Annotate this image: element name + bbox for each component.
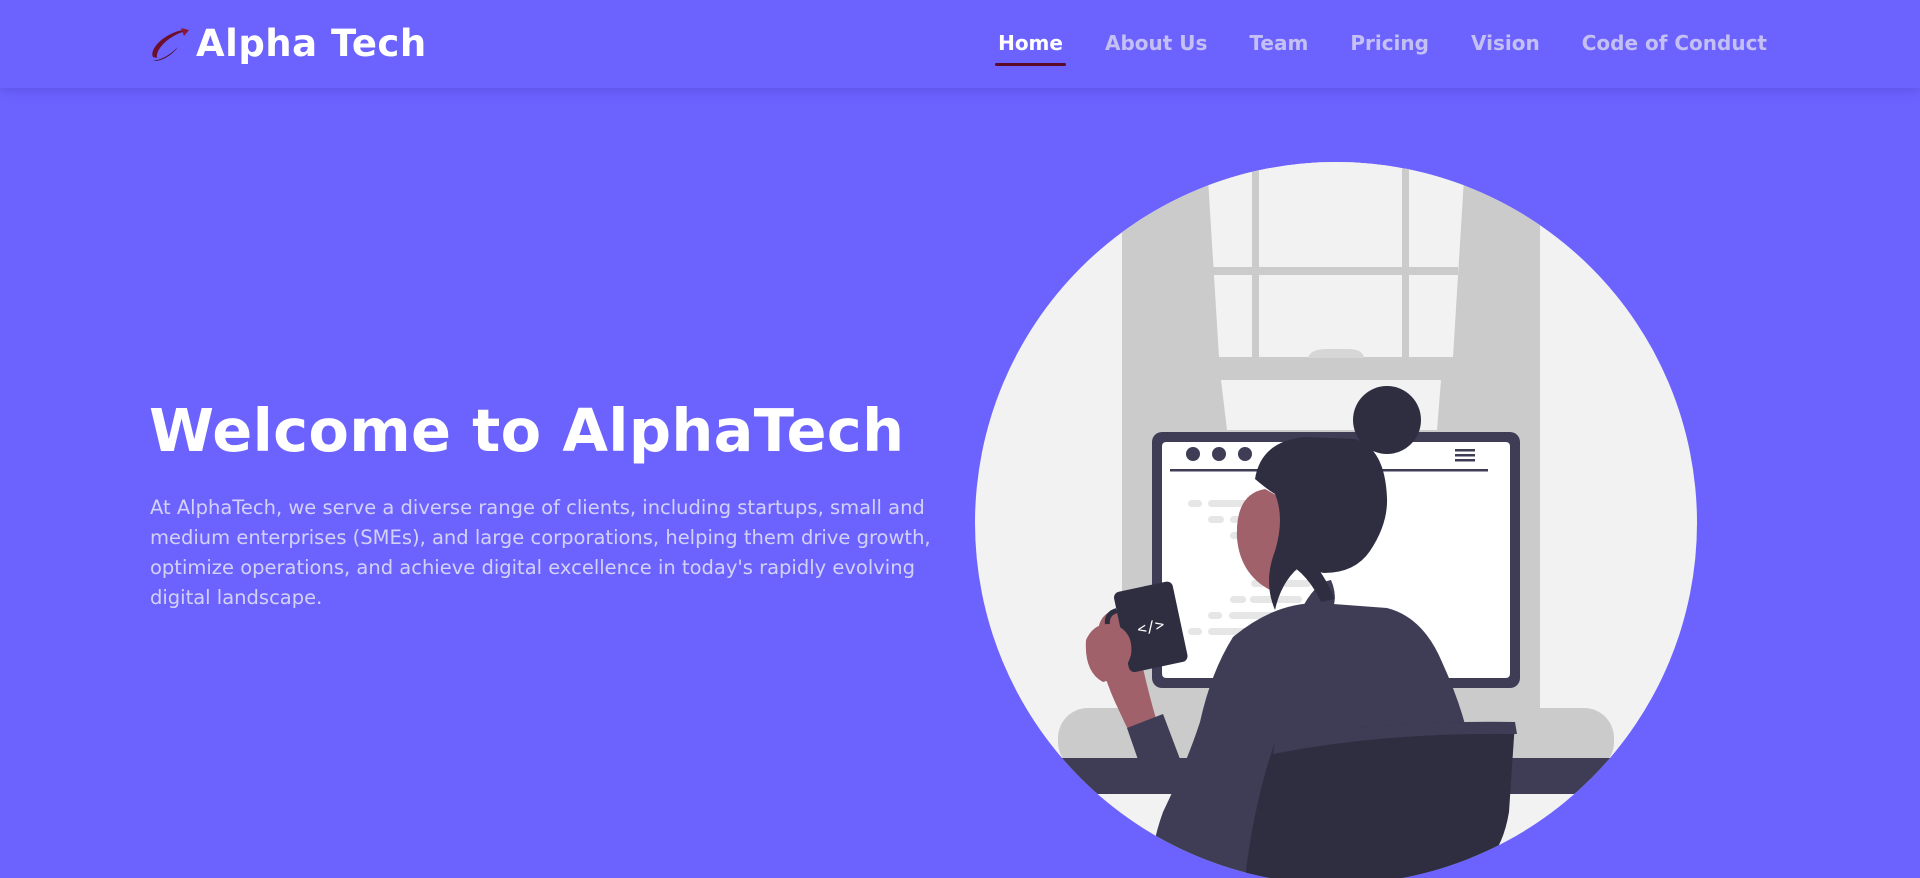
nav-link-label: Team (1249, 31, 1309, 55)
nav-link-about-us[interactable]: About Us (1105, 30, 1207, 56)
top-navbar: Alpha Tech Home About Us Team Pricing Vi… (0, 0, 1920, 88)
nav-link-label: Code of Conduct (1581, 31, 1767, 55)
brand-name: Alpha Tech (196, 22, 427, 65)
developer-at-computer-illustration: </> (975, 162, 1697, 878)
hero-title: Welcome to AlphaTech (149, 396, 905, 465)
nav-link-home[interactable]: Home (995, 30, 1066, 66)
nav-link-label: Vision (1470, 31, 1540, 55)
window-pane (1207, 162, 1465, 357)
nav-link-vision[interactable]: Vision (1471, 30, 1540, 56)
nav-link-code-of-conduct[interactable]: Code of Conduct (1582, 30, 1767, 56)
nav-link-label: Home (998, 31, 1063, 55)
nav-link-label: About Us (1104, 31, 1208, 55)
active-nav-indicator (995, 63, 1066, 66)
brand-link[interactable]: Alpha Tech (148, 22, 427, 66)
nav-link-pricing[interactable]: Pricing (1350, 30, 1429, 56)
nav-link-label: Pricing (1350, 31, 1429, 55)
orbit-swoosh-icon (151, 28, 189, 61)
nav-link-team[interactable]: Team (1249, 30, 1308, 56)
main-nav: Home About Us Team Pricing Vision Code o… (995, 30, 1767, 66)
hero-description: At AlphaTech, we serve a diverse range o… (150, 496, 931, 609)
